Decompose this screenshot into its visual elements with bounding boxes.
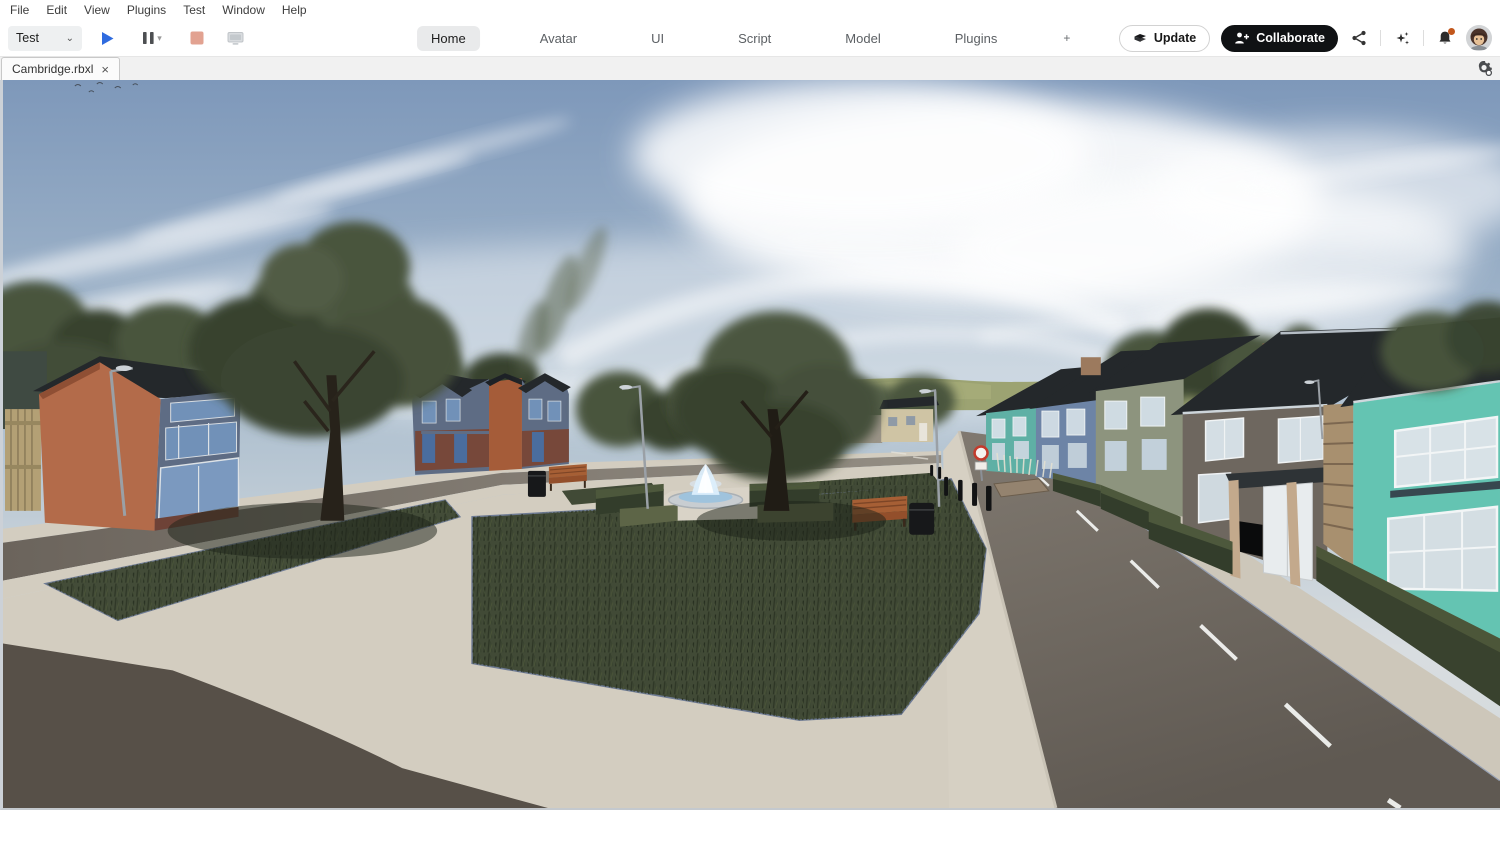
ribbon-tab-bar: Home Avatar UI Script Model Plugins +: [417, 20, 1076, 56]
user-avatar[interactable]: [1466, 25, 1492, 51]
test-mode-dropdown[interactable]: Test ⌄: [8, 25, 82, 51]
menu-test[interactable]: Test: [183, 3, 205, 17]
tab-settings-button[interactable]: [1476, 60, 1493, 82]
avatar-image: [1466, 25, 1492, 51]
toolbar-divider: [1380, 30, 1381, 46]
menu-edit[interactable]: Edit: [46, 3, 67, 17]
pause-icon: [143, 32, 154, 44]
notifications-button[interactable]: [1435, 28, 1455, 48]
toolbar-divider: [1423, 30, 1424, 46]
ai-sparkle-icon: [1396, 31, 1409, 44]
play-button[interactable]: [94, 25, 120, 51]
menu-help[interactable]: Help: [282, 3, 307, 17]
close-tab-icon[interactable]: ×: [101, 63, 109, 76]
stop-button[interactable]: [184, 25, 210, 51]
settings-gear-icon: [1478, 61, 1493, 77]
pause-button[interactable]: ▾: [132, 25, 172, 51]
tab-ui[interactable]: UI: [637, 26, 678, 51]
notification-badge-dot: [1448, 28, 1455, 35]
document-tab-cambridge[interactable]: Cambridge.rbxl ×: [1, 57, 120, 80]
game-view-icon: [227, 31, 243, 45]
document-tab-label: Cambridge.rbxl: [12, 62, 94, 76]
menu-plugins[interactable]: Plugins: [127, 3, 166, 17]
tab-overflow-button[interactable]: +: [1057, 26, 1076, 50]
bin-right: [909, 502, 935, 535]
main-toolbar: Test ⌄ ▾ Home Avatar UI Script Model Plu…: [0, 20, 1500, 56]
tab-script[interactable]: Script: [724, 26, 785, 51]
chevron-down-icon: ⌄: [65, 32, 74, 44]
share-icon: [1352, 30, 1366, 46]
bin-left: [527, 470, 546, 497]
test-mode-label: Test: [16, 31, 39, 45]
share-button[interactable]: [1349, 28, 1369, 48]
tab-plugins[interactable]: Plugins: [941, 26, 1012, 51]
scene-svg: [3, 80, 1500, 808]
left-fence: [3, 351, 47, 511]
collaborate-button[interactable]: Collaborate: [1221, 24, 1338, 52]
menu-view[interactable]: View: [84, 3, 110, 17]
collaborate-label: Collaborate: [1256, 31, 1325, 45]
game-view-button[interactable]: [222, 25, 248, 51]
assistant-button[interactable]: [1392, 28, 1412, 48]
update-label: Update: [1153, 31, 1197, 45]
tab-home[interactable]: Home: [417, 25, 480, 51]
menu-bar: File Edit View Plugins Test Window Help: [0, 0, 1500, 20]
menu-window[interactable]: Window: [222, 3, 265, 17]
collaborate-person-plus-icon: [1235, 32, 1250, 44]
window-bottom-gap: [0, 810, 1500, 843]
tab-model[interactable]: Model: [831, 26, 894, 51]
pause-options-chevron-icon[interactable]: ▾: [157, 33, 162, 44]
update-icon: [1134, 34, 1146, 42]
tab-avatar[interactable]: Avatar: [526, 26, 591, 51]
menu-file[interactable]: File: [10, 3, 29, 17]
document-tab-strip: Cambridge.rbxl ×: [0, 56, 1500, 80]
roblox-studio-window: File Edit View Plugins Test Window Help …: [0, 0, 1500, 843]
play-icon: [101, 31, 113, 45]
viewport-3d[interactable]: [0, 80, 1500, 810]
update-button[interactable]: Update: [1118, 24, 1211, 52]
stop-icon: [190, 31, 204, 45]
